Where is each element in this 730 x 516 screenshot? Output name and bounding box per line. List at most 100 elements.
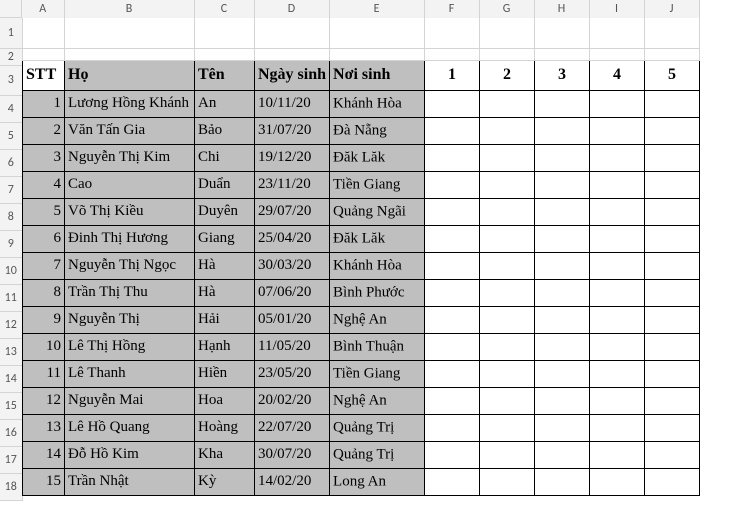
row-header-13[interactable]: 13 bbox=[0, 338, 22, 365]
cell-I18[interactable] bbox=[590, 468, 645, 495]
cell-G13[interactable] bbox=[480, 333, 535, 360]
cell-I1[interactable] bbox=[590, 18, 645, 48]
cell-noisinh-9[interactable]: Đăk Lăk bbox=[330, 225, 425, 252]
cell-ngaysinh-13[interactable]: 11/05/20 bbox=[255, 333, 330, 360]
cell-F14[interactable] bbox=[425, 360, 480, 387]
cell-ten-11[interactable]: Hà bbox=[195, 279, 255, 306]
cell-G12[interactable] bbox=[480, 306, 535, 333]
cell-ho-5[interactable]: Văn Tấn Gia bbox=[65, 117, 195, 144]
cell-J16[interactable] bbox=[645, 414, 700, 441]
cell-ho-8[interactable]: Võ Thị Kiều bbox=[65, 198, 195, 225]
cell-J2[interactable] bbox=[645, 48, 700, 60]
cell-J10[interactable] bbox=[645, 252, 700, 279]
cell-ho-11[interactable]: Trần Thị Thu bbox=[65, 279, 195, 306]
cell-ho-9[interactable]: Đinh Thị Hương bbox=[65, 225, 195, 252]
cell-stt-17[interactable]: 14 bbox=[23, 441, 65, 468]
cell-ten-16[interactable]: Hoàng bbox=[195, 414, 255, 441]
cell-ngaysinh-6[interactable]: 19/12/20 bbox=[255, 144, 330, 171]
cell-G6[interactable] bbox=[480, 144, 535, 171]
cell-stt-13[interactable]: 10 bbox=[23, 333, 65, 360]
spreadsheet[interactable]: ABCDEFGHIJ 123456789101112131415161718 S… bbox=[0, 0, 730, 516]
cell-H1[interactable] bbox=[535, 18, 590, 48]
cell-noisinh-14[interactable]: Tiền Giang bbox=[330, 360, 425, 387]
cell-F2[interactable] bbox=[425, 48, 480, 60]
cell-stt-9[interactable]: 6 bbox=[23, 225, 65, 252]
cell-F11[interactable] bbox=[425, 279, 480, 306]
cell-G14[interactable] bbox=[480, 360, 535, 387]
cell-ngaysinh-5[interactable]: 31/07/20 bbox=[255, 117, 330, 144]
cell-I5[interactable] bbox=[590, 117, 645, 144]
cell-J6[interactable] bbox=[645, 144, 700, 171]
cell-H4[interactable] bbox=[535, 90, 590, 117]
cell-stt-6[interactable]: 3 bbox=[23, 144, 65, 171]
cell-stt-10[interactable]: 7 bbox=[23, 252, 65, 279]
cell-F13[interactable] bbox=[425, 333, 480, 360]
cell-F5[interactable] bbox=[425, 117, 480, 144]
cell-noisinh-18[interactable]: Long An bbox=[330, 468, 425, 495]
cell-F15[interactable] bbox=[425, 387, 480, 414]
row-header-6[interactable]: 6 bbox=[0, 149, 22, 176]
cell-A2[interactable] bbox=[23, 48, 65, 60]
cell-C2[interactable] bbox=[195, 48, 255, 60]
row-header-5[interactable]: 5 bbox=[0, 122, 22, 149]
cell-F12[interactable] bbox=[425, 306, 480, 333]
cell-noisinh-15[interactable]: Nghệ An bbox=[330, 387, 425, 414]
cell-F8[interactable] bbox=[425, 198, 480, 225]
row-header-12[interactable]: 12 bbox=[0, 311, 22, 338]
cell-H12[interactable] bbox=[535, 306, 590, 333]
cell-G9[interactable] bbox=[480, 225, 535, 252]
cell-ho-10[interactable]: Nguyễn Thị Ngọc bbox=[65, 252, 195, 279]
cell-ho-17[interactable]: Đỗ Hồ Kim bbox=[65, 441, 195, 468]
cell-F1[interactable] bbox=[425, 18, 480, 48]
cell-stt-11[interactable]: 8 bbox=[23, 279, 65, 306]
cell-ho-14[interactable]: Lê Thanh bbox=[65, 360, 195, 387]
cell-J8[interactable] bbox=[645, 198, 700, 225]
cell-noisinh-11[interactable]: Bình Phước bbox=[330, 279, 425, 306]
cell-F16[interactable] bbox=[425, 414, 480, 441]
cell-stt-5[interactable]: 2 bbox=[23, 117, 65, 144]
cell-H13[interactable] bbox=[535, 333, 590, 360]
cell-I6[interactable] bbox=[590, 144, 645, 171]
cell-G7[interactable] bbox=[480, 171, 535, 198]
cell-F7[interactable] bbox=[425, 171, 480, 198]
cell-ten-5[interactable]: Bảo bbox=[195, 117, 255, 144]
header-noisinh[interactable]: Nơi sinh bbox=[330, 60, 425, 90]
cell-G4[interactable] bbox=[480, 90, 535, 117]
cell-ngaysinh-7[interactable]: 23/11/20 bbox=[255, 171, 330, 198]
cell-H17[interactable] bbox=[535, 441, 590, 468]
cell-I11[interactable] bbox=[590, 279, 645, 306]
cell-H6[interactable] bbox=[535, 144, 590, 171]
cell-noisinh-6[interactable]: Đăk Lăk bbox=[330, 144, 425, 171]
cell-I4[interactable] bbox=[590, 90, 645, 117]
cell-J11[interactable] bbox=[645, 279, 700, 306]
cell-J5[interactable] bbox=[645, 117, 700, 144]
cell-noisinh-5[interactable]: Đà Nẵng bbox=[330, 117, 425, 144]
cell-ho-16[interactable]: Lê Hồ Quang bbox=[65, 414, 195, 441]
cell-G10[interactable] bbox=[480, 252, 535, 279]
cell-ngaysinh-18[interactable]: 14/02/20 bbox=[255, 468, 330, 495]
cell-E1[interactable] bbox=[330, 18, 425, 48]
cell-I2[interactable] bbox=[590, 48, 645, 60]
cell-stt-12[interactable]: 9 bbox=[23, 306, 65, 333]
cell-I15[interactable] bbox=[590, 387, 645, 414]
cell-ngaysinh-11[interactable]: 07/06/20 bbox=[255, 279, 330, 306]
cell-J15[interactable] bbox=[645, 387, 700, 414]
cell-J18[interactable] bbox=[645, 468, 700, 495]
cell-B2[interactable] bbox=[65, 48, 195, 60]
cell-I12[interactable] bbox=[590, 306, 645, 333]
cell-D2[interactable] bbox=[255, 48, 330, 60]
header-ngaysinh[interactable]: Ngày sinh bbox=[255, 60, 330, 90]
cell-ngaysinh-4[interactable]: 10/11/20 bbox=[255, 90, 330, 117]
cell-H11[interactable] bbox=[535, 279, 590, 306]
cell-A1[interactable] bbox=[23, 18, 65, 48]
cell-H16[interactable] bbox=[535, 414, 590, 441]
cell-noisinh-12[interactable]: Nghệ An bbox=[330, 306, 425, 333]
header-j[interactable]: 5 bbox=[645, 60, 700, 90]
row-header-15[interactable]: 15 bbox=[0, 392, 22, 419]
cell-J14[interactable] bbox=[645, 360, 700, 387]
cell-J4[interactable] bbox=[645, 90, 700, 117]
cell-ngaysinh-9[interactable]: 25/04/20 bbox=[255, 225, 330, 252]
cell-C1[interactable] bbox=[195, 18, 255, 48]
col-header-B[interactable]: B bbox=[64, 0, 194, 18]
cell-ten-15[interactable]: Hoa bbox=[195, 387, 255, 414]
